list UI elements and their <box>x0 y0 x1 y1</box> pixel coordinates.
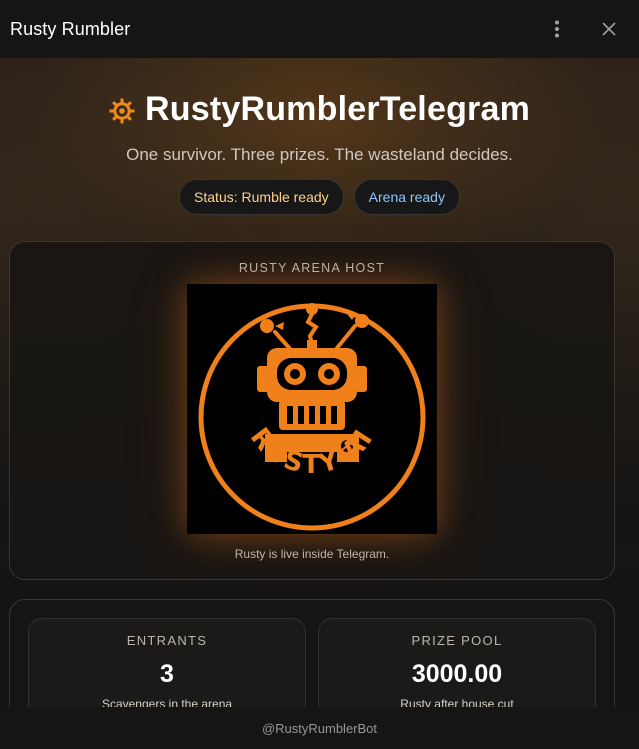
more-options-button[interactable] <box>537 9 577 49</box>
arena-host-card: RUSTY ARENA HOST RUSTY AI Rusty is live … <box>9 241 615 580</box>
status-pills: Status: Rumble ready Arena ready <box>0 179 639 215</box>
window-title: Rusty Rumbler <box>10 18 131 39</box>
entrants-stat: ENTRANTS 3 Scavengers in the arena <box>28 618 306 707</box>
page-title: RustyRumblerTelegram <box>144 90 531 128</box>
bot-username-footer: @RustyRumblerBot <box>0 707 639 749</box>
close-button[interactable] <box>589 9 629 49</box>
svg-text:RUSTY AI: RUSTY AI <box>244 423 380 481</box>
gear-icon <box>109 98 135 123</box>
entrants-caption: Scavengers in the arena <box>101 697 233 707</box>
hero-title-row: RustyRumblerTelegram <box>0 90 639 129</box>
entrants-value: 3 <box>160 660 174 688</box>
entrants-label: ENTRANTS <box>126 633 208 648</box>
status-badge: Status: Rumble ready <box>179 179 344 215</box>
more-vertical-icon <box>555 20 559 38</box>
page-subtitle: One survivor. Three prizes. The wastelan… <box>126 145 513 164</box>
robot-icon: RUSTY AI <box>198 303 426 531</box>
rusty-ai-logo: RUSTY AI <box>187 284 437 534</box>
prize-pool-label: PRIZE POOL <box>411 633 503 648</box>
prize-pool-stat: PRIZE POOL 3000.00 Rusty after house cut <box>318 618 596 707</box>
close-icon <box>602 22 616 36</box>
title-bar: Rusty Rumbler <box>0 0 639 58</box>
host-caption: Rusty is live inside Telegram. <box>234 547 390 561</box>
prize-pool-value: 3000.00 <box>411 660 503 688</box>
prize-pool-caption: Rusty after house cut <box>400 697 514 707</box>
bot-username[interactable]: @RustyRumblerBot <box>262 721 377 736</box>
mini-app-content: RustyRumblerTelegram One survivor. Three… <box>0 58 639 707</box>
stats-card: ENTRANTS 3 Scavengers in the arena PRIZE… <box>9 599 615 707</box>
arena-badge: Arena ready <box>353 179 460 215</box>
arena-host-label: RUSTY ARENA HOST <box>238 261 386 275</box>
